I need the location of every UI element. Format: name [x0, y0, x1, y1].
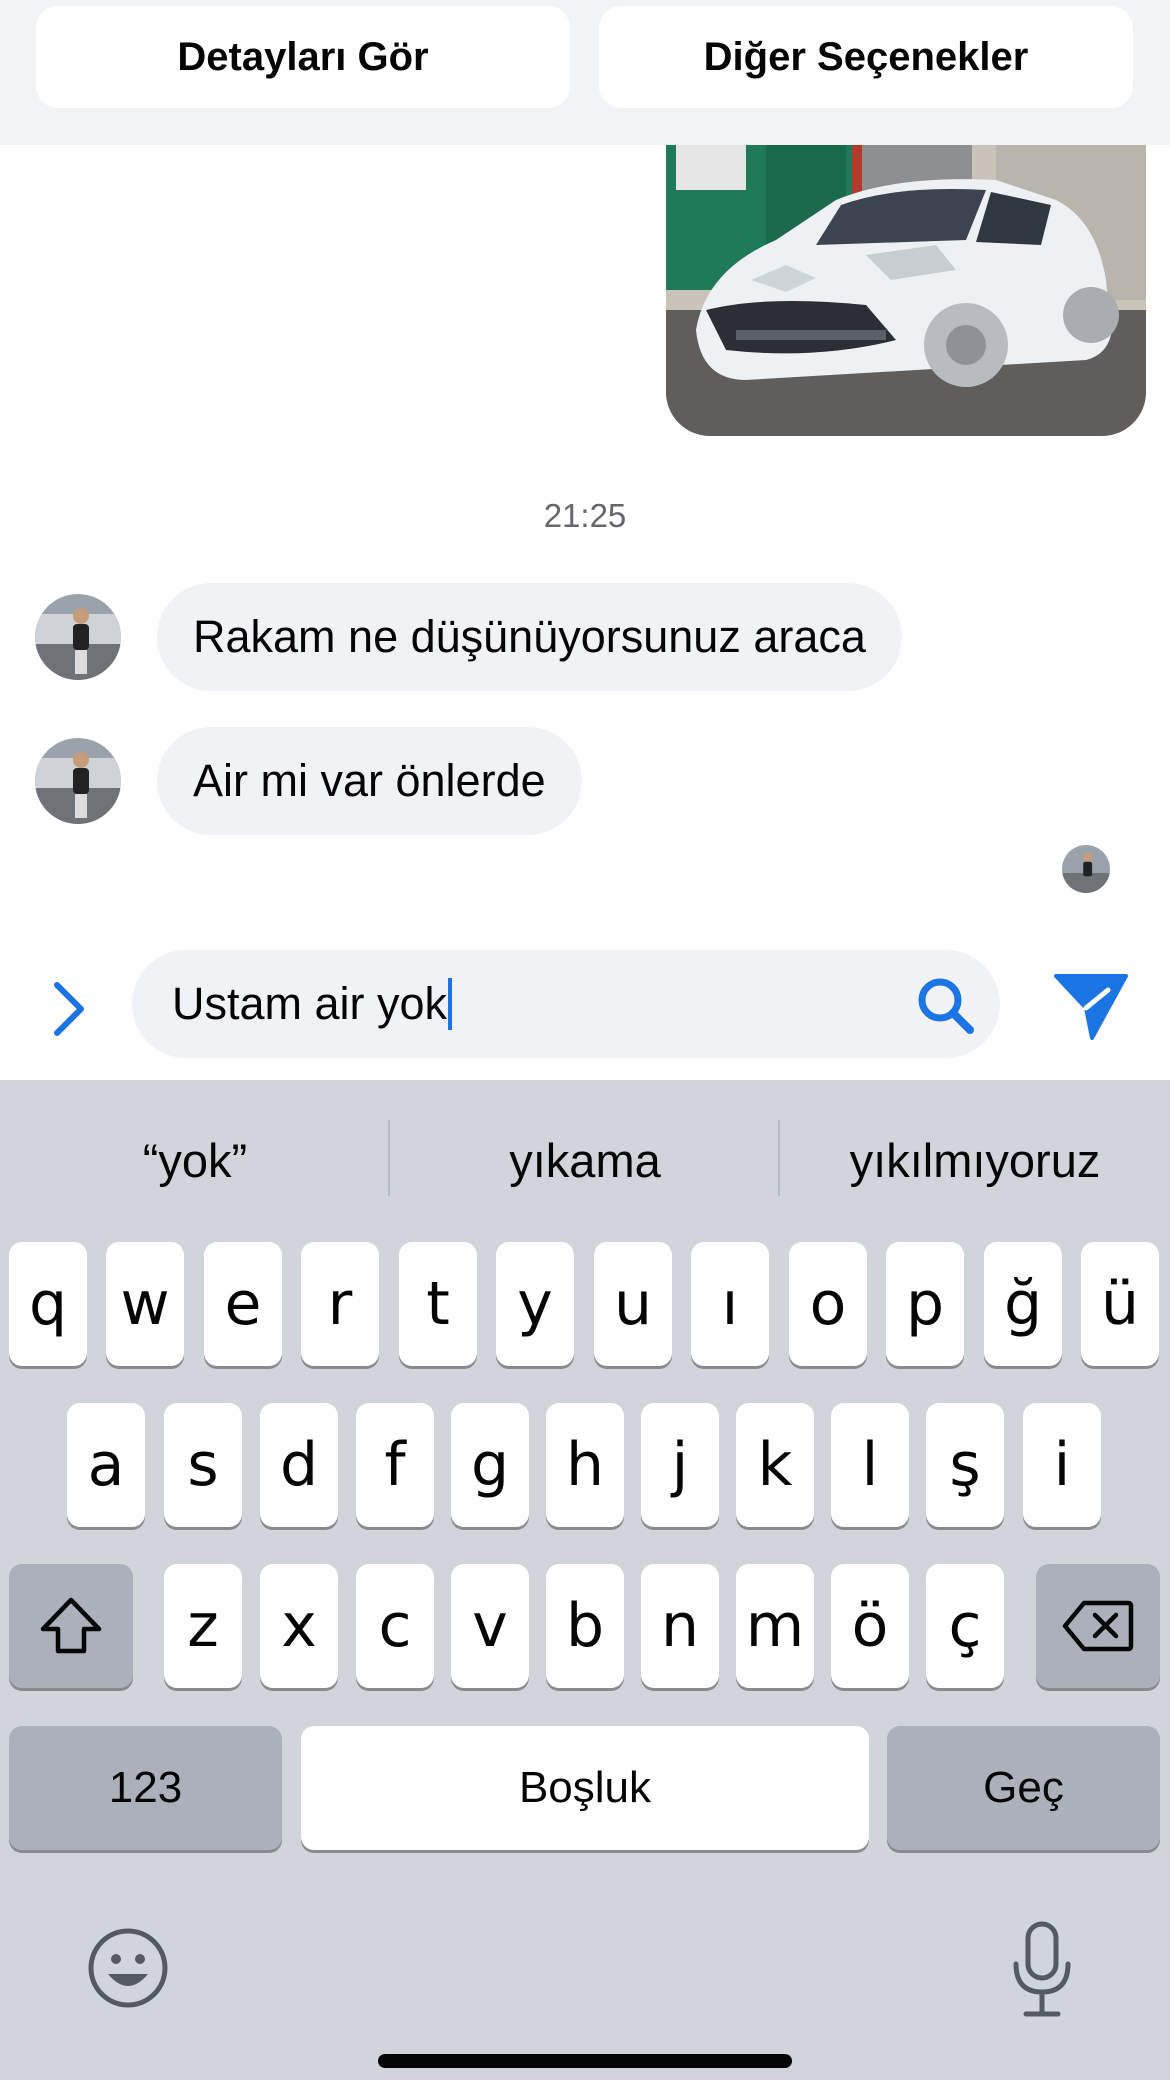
- key-j[interactable]: j: [641, 1403, 719, 1527]
- key-w[interactable]: w: [106, 1242, 184, 1366]
- message-bubble[interactable]: Rakam ne düşünüyorsunuz araca: [157, 583, 902, 691]
- message-bubble[interactable]: Air mi var önlerde: [157, 727, 582, 835]
- key-c[interactable]: c: [356, 1564, 434, 1688]
- message-composer: Ustam air yok: [0, 930, 1170, 1080]
- prediction-suggestion[interactable]: yıkama: [395, 1112, 775, 1208]
- key-u-umlaut[interactable]: ü: [1081, 1242, 1159, 1366]
- microphone-icon[interactable]: [1010, 1920, 1074, 2020]
- message-input[interactable]: Ustam air yok: [132, 950, 1000, 1058]
- key-o[interactable]: o: [789, 1242, 867, 1366]
- prediction-divider: [778, 1120, 780, 1196]
- home-indicator[interactable]: [378, 2054, 792, 2068]
- backspace-key[interactable]: [1036, 1564, 1160, 1688]
- key-k[interactable]: k: [736, 1403, 814, 1527]
- key-f[interactable]: f: [356, 1403, 434, 1527]
- shift-key[interactable]: [9, 1564, 133, 1688]
- key-t[interactable]: t: [399, 1242, 477, 1366]
- key-u[interactable]: u: [594, 1242, 672, 1366]
- sender-avatar[interactable]: [35, 738, 121, 824]
- more-options-button[interactable]: Diğer Seçenekler: [599, 6, 1133, 108]
- key-n[interactable]: n: [641, 1564, 719, 1688]
- text-caret: [448, 978, 453, 1030]
- key-y[interactable]: y: [496, 1242, 574, 1366]
- key-p[interactable]: p: [886, 1242, 964, 1366]
- key-d[interactable]: d: [260, 1403, 338, 1527]
- top-action-bar: Detayları Gör Diğer Seçenekler: [0, 0, 1170, 145]
- key-s-cedilla[interactable]: ş: [926, 1403, 1004, 1527]
- key-h[interactable]: h: [546, 1403, 624, 1527]
- key-c-cedilla[interactable]: ç: [926, 1564, 1004, 1688]
- search-icon[interactable]: [914, 974, 978, 1038]
- key-e[interactable]: e: [204, 1242, 282, 1366]
- sender-avatar[interactable]: [35, 594, 121, 680]
- prediction-suggestion[interactable]: yıkılmıyoruz: [785, 1112, 1165, 1208]
- seen-avatar: [1062, 845, 1110, 893]
- key-z[interactable]: z: [164, 1564, 242, 1688]
- message-input-text[interactable]: Ustam air yok: [172, 950, 453, 1058]
- view-details-button[interactable]: Detayları Gör: [36, 6, 570, 108]
- shift-icon: [40, 1597, 102, 1654]
- system-keyboard: “yok” yıkama yıkılmıyoruz q w e r t y u …: [0, 1080, 1170, 2080]
- key-m[interactable]: m: [736, 1564, 814, 1688]
- key-g[interactable]: g: [451, 1403, 529, 1527]
- key-r[interactable]: r: [301, 1242, 379, 1366]
- key-l[interactable]: l: [831, 1403, 909, 1527]
- key-dotless-i[interactable]: ı: [691, 1242, 769, 1366]
- key-q[interactable]: q: [9, 1242, 87, 1366]
- key-i[interactable]: i: [1023, 1403, 1101, 1527]
- numbers-key[interactable]: 123: [9, 1726, 282, 1850]
- message-timestamp: 21:25: [543, 497, 627, 534]
- return-key[interactable]: Geç: [887, 1726, 1160, 1850]
- key-a[interactable]: a: [67, 1403, 145, 1527]
- prediction-divider: [388, 1120, 390, 1196]
- chevron-right-icon[interactable]: [40, 972, 98, 1046]
- prediction-bar: “yok” yıkama yıkılmıyoruz: [0, 1080, 1170, 1240]
- key-g-breve[interactable]: ğ: [984, 1242, 1062, 1366]
- prediction-suggestion[interactable]: “yok”: [5, 1112, 385, 1208]
- key-s[interactable]: s: [164, 1403, 242, 1527]
- message-input-value: Ustam air yok: [172, 978, 448, 1029]
- key-x[interactable]: x: [260, 1564, 338, 1688]
- send-icon[interactable]: [1052, 970, 1130, 1042]
- emoji-icon[interactable]: [86, 1926, 170, 2010]
- key-o-umlaut[interactable]: ö: [831, 1564, 909, 1688]
- backspace-icon: [1062, 1600, 1134, 1652]
- key-v[interactable]: v: [451, 1564, 529, 1688]
- key-b[interactable]: b: [546, 1564, 624, 1688]
- space-key[interactable]: Boşluk: [301, 1726, 869, 1850]
